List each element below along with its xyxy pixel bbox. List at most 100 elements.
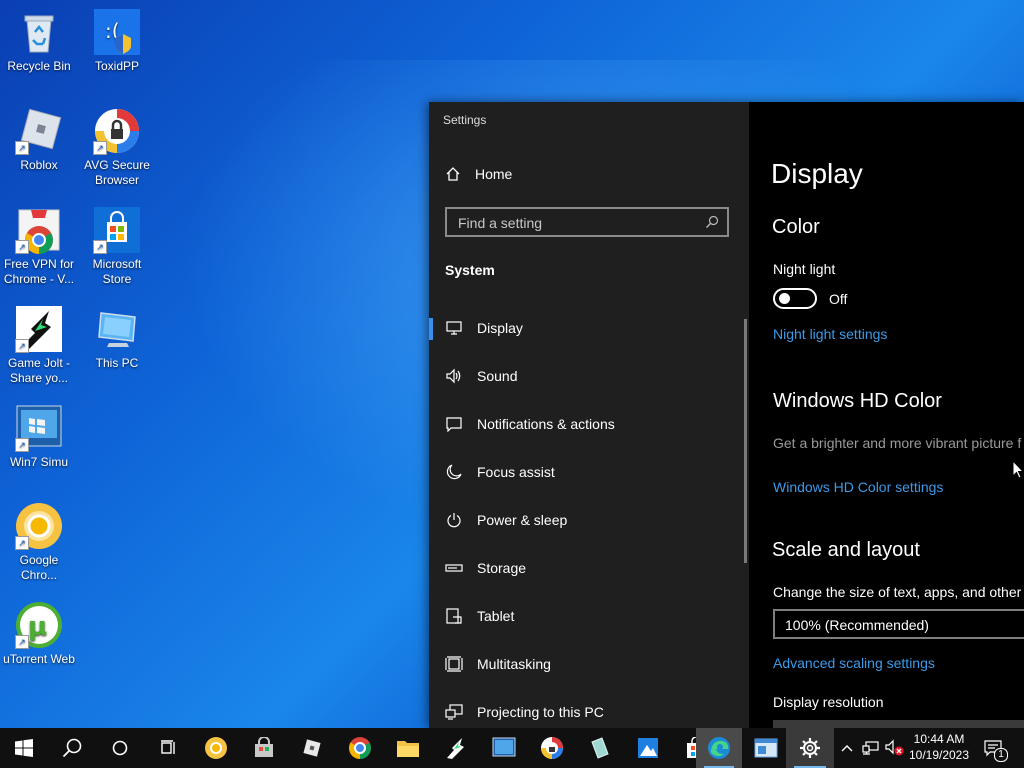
shortcut-arrow-icon: ↗ xyxy=(15,536,29,550)
notification-count-badge: 1 xyxy=(994,748,1008,762)
desktop-icon-label: Google Chro... xyxy=(19,553,59,582)
nav-scrollbar[interactable] xyxy=(744,319,747,563)
taskbar-game-jolt[interactable] xyxy=(432,728,480,768)
nav-item-tablet[interactable]: Tablet xyxy=(429,592,745,640)
multitasking-icon xyxy=(445,655,463,673)
nav-item-storage[interactable]: Storage xyxy=(429,544,745,592)
avg-browser-icon: ↗ xyxy=(93,107,141,155)
nav-item-label: Focus assist xyxy=(477,464,555,480)
utorrent-icon: µ ↗ xyxy=(15,601,63,649)
storage-icon xyxy=(445,559,463,577)
win7-simu-icon xyxy=(492,737,516,757)
mountain-app-icon xyxy=(638,738,658,758)
nav-item-focus-assist[interactable]: Focus assist xyxy=(429,448,745,496)
night-light-settings-link[interactable]: Night light settings xyxy=(773,326,887,342)
scale-description: Change the size of text, apps, and other… xyxy=(773,584,1024,600)
free-vpn-shortcut[interactable]: ↗ Free VPN for Chrome - V... xyxy=(0,206,78,287)
taskbar-settings[interactable] xyxy=(786,728,834,768)
section-label-system: System xyxy=(445,262,495,278)
taskbar: 10:44 AM 10/19/2023 1 xyxy=(0,728,1024,768)
night-light-toggle[interactable] xyxy=(773,288,817,309)
cortana-button[interactable] xyxy=(96,728,144,768)
advanced-scaling-link[interactable]: Advanced scaling settings xyxy=(773,655,935,671)
taskbar-chrome[interactable] xyxy=(336,728,384,768)
volume-tray[interactable] xyxy=(884,728,906,768)
toxidpp-shortcut[interactable]: :( ToxidPP xyxy=(78,8,156,74)
page-title: Display xyxy=(771,158,863,189)
clock-date: 10/19/2023 xyxy=(908,748,970,762)
show-hidden-icons-button[interactable] xyxy=(836,728,858,768)
taskbar-avg-browser[interactable] xyxy=(528,728,576,768)
nav-item-label: Tablet xyxy=(477,608,515,624)
nav-item-label: Power & sleep xyxy=(477,512,568,528)
roblox-shortcut[interactable]: ↗ Roblox xyxy=(0,107,78,173)
chrome-vpn-icon: ↗ xyxy=(15,206,63,254)
game-jolt-shortcut[interactable]: ↗ Game Jolt - Share yo... xyxy=(0,305,78,386)
search-icon[interactable] xyxy=(705,215,719,229)
taskbar-roblox[interactable] xyxy=(288,728,336,768)
taskbar-edge[interactable] xyxy=(696,728,742,768)
taskbar-clock[interactable]: 10:44 AM 10/19/2023 xyxy=(906,731,972,763)
network-tray[interactable] xyxy=(860,728,882,768)
desktop-icon-label: ToxidPP xyxy=(94,59,140,73)
avg-secure-browser-shortcut[interactable]: ↗ AVG Secure Browser xyxy=(78,107,156,188)
taskbar-file-explorer[interactable] xyxy=(384,728,432,768)
nav-item-label: Storage xyxy=(477,560,527,576)
taskbar-chrome-canary[interactable] xyxy=(192,728,240,768)
windows-logo-icon xyxy=(15,739,33,757)
this-pc-icon xyxy=(93,305,141,353)
this-pc-shortcut[interactable]: This PC xyxy=(78,305,156,371)
chrome-icon xyxy=(349,737,371,759)
start-button[interactable] xyxy=(0,728,48,768)
taskbar-app-mountain[interactable] xyxy=(624,728,672,768)
scale-dropdown[interactable]: 100% (Recommended) xyxy=(773,609,1024,639)
nav-item-label: Sound xyxy=(477,368,518,384)
shortcut-arrow-icon: ↗ xyxy=(15,438,29,452)
nav-item-label: Multitasking xyxy=(477,656,551,672)
nav-item-power-sleep[interactable]: Power & sleep xyxy=(429,496,745,544)
app-window-icon xyxy=(754,738,778,758)
recycle-bin-icon xyxy=(15,8,63,56)
taskbar-app-crystal[interactable] xyxy=(576,728,624,768)
utorrent-web-shortcut[interactable]: µ ↗ uTorrent Web xyxy=(0,601,78,667)
scale-layout-heading: Scale and layout xyxy=(772,539,920,561)
display-resolution-label: Display resolution xyxy=(773,694,884,710)
search-input[interactable] xyxy=(456,214,705,232)
search-button[interactable] xyxy=(48,728,96,768)
nav-home-label: Home xyxy=(475,166,513,182)
google-chrome-shortcut[interactable]: ↗ Google Chro... xyxy=(0,502,78,583)
task-view-button[interactable] xyxy=(144,728,192,768)
desktop-icon-label: uTorrent Web xyxy=(3,652,75,666)
mouse-cursor-icon xyxy=(1012,460,1024,479)
store-bag-icon xyxy=(255,737,273,757)
speaker-muted-icon xyxy=(885,739,904,756)
nav-home[interactable]: Home xyxy=(445,166,512,182)
microsoft-store-shortcut[interactable]: ↗ Microsoft Store xyxy=(78,206,156,287)
nav-list: Display Sound Notifications & actions Fo… xyxy=(429,304,745,736)
svg-text:µ: µ xyxy=(28,612,47,642)
recycle-bin-shortcut[interactable]: Recycle Bin xyxy=(0,8,78,74)
moon-icon xyxy=(445,463,463,481)
desktop-icon-label: Win7 Simu xyxy=(9,455,68,469)
action-center-button[interactable]: 1 xyxy=(978,728,1008,768)
nav-item-label: Notifications & actions xyxy=(477,416,615,432)
taskbar-app-window[interactable] xyxy=(742,728,790,768)
win7-simu-shortcut[interactable]: ↗ Win7 Simu xyxy=(0,404,78,470)
scale-dropdown-value: 100% (Recommended) xyxy=(785,617,929,633)
desktop-icon-label: Recycle Bin xyxy=(7,59,71,73)
desktop-icon-label: This PC xyxy=(95,356,139,370)
nav-item-sound[interactable]: Sound xyxy=(429,352,745,400)
gear-icon xyxy=(800,738,820,758)
nav-item-display[interactable]: Display xyxy=(429,304,745,352)
chevron-up-icon xyxy=(841,745,853,752)
nav-item-notifications[interactable]: Notifications & actions xyxy=(429,400,745,448)
nav-item-multitasking[interactable]: Multitasking xyxy=(429,640,745,688)
taskbar-store-bag[interactable] xyxy=(240,728,288,768)
desktop-icon-label: Microsoft Store xyxy=(92,257,142,286)
taskbar-win7-simu[interactable] xyxy=(480,728,528,768)
resolution-dropdown[interactable] xyxy=(773,720,1024,728)
roblox-icon xyxy=(303,739,321,757)
search-box[interactable] xyxy=(445,207,729,237)
hd-color-settings-link[interactable]: Windows HD Color settings xyxy=(773,479,943,495)
desktop-icon-label: Free VPN for Chrome - V... xyxy=(3,257,75,286)
